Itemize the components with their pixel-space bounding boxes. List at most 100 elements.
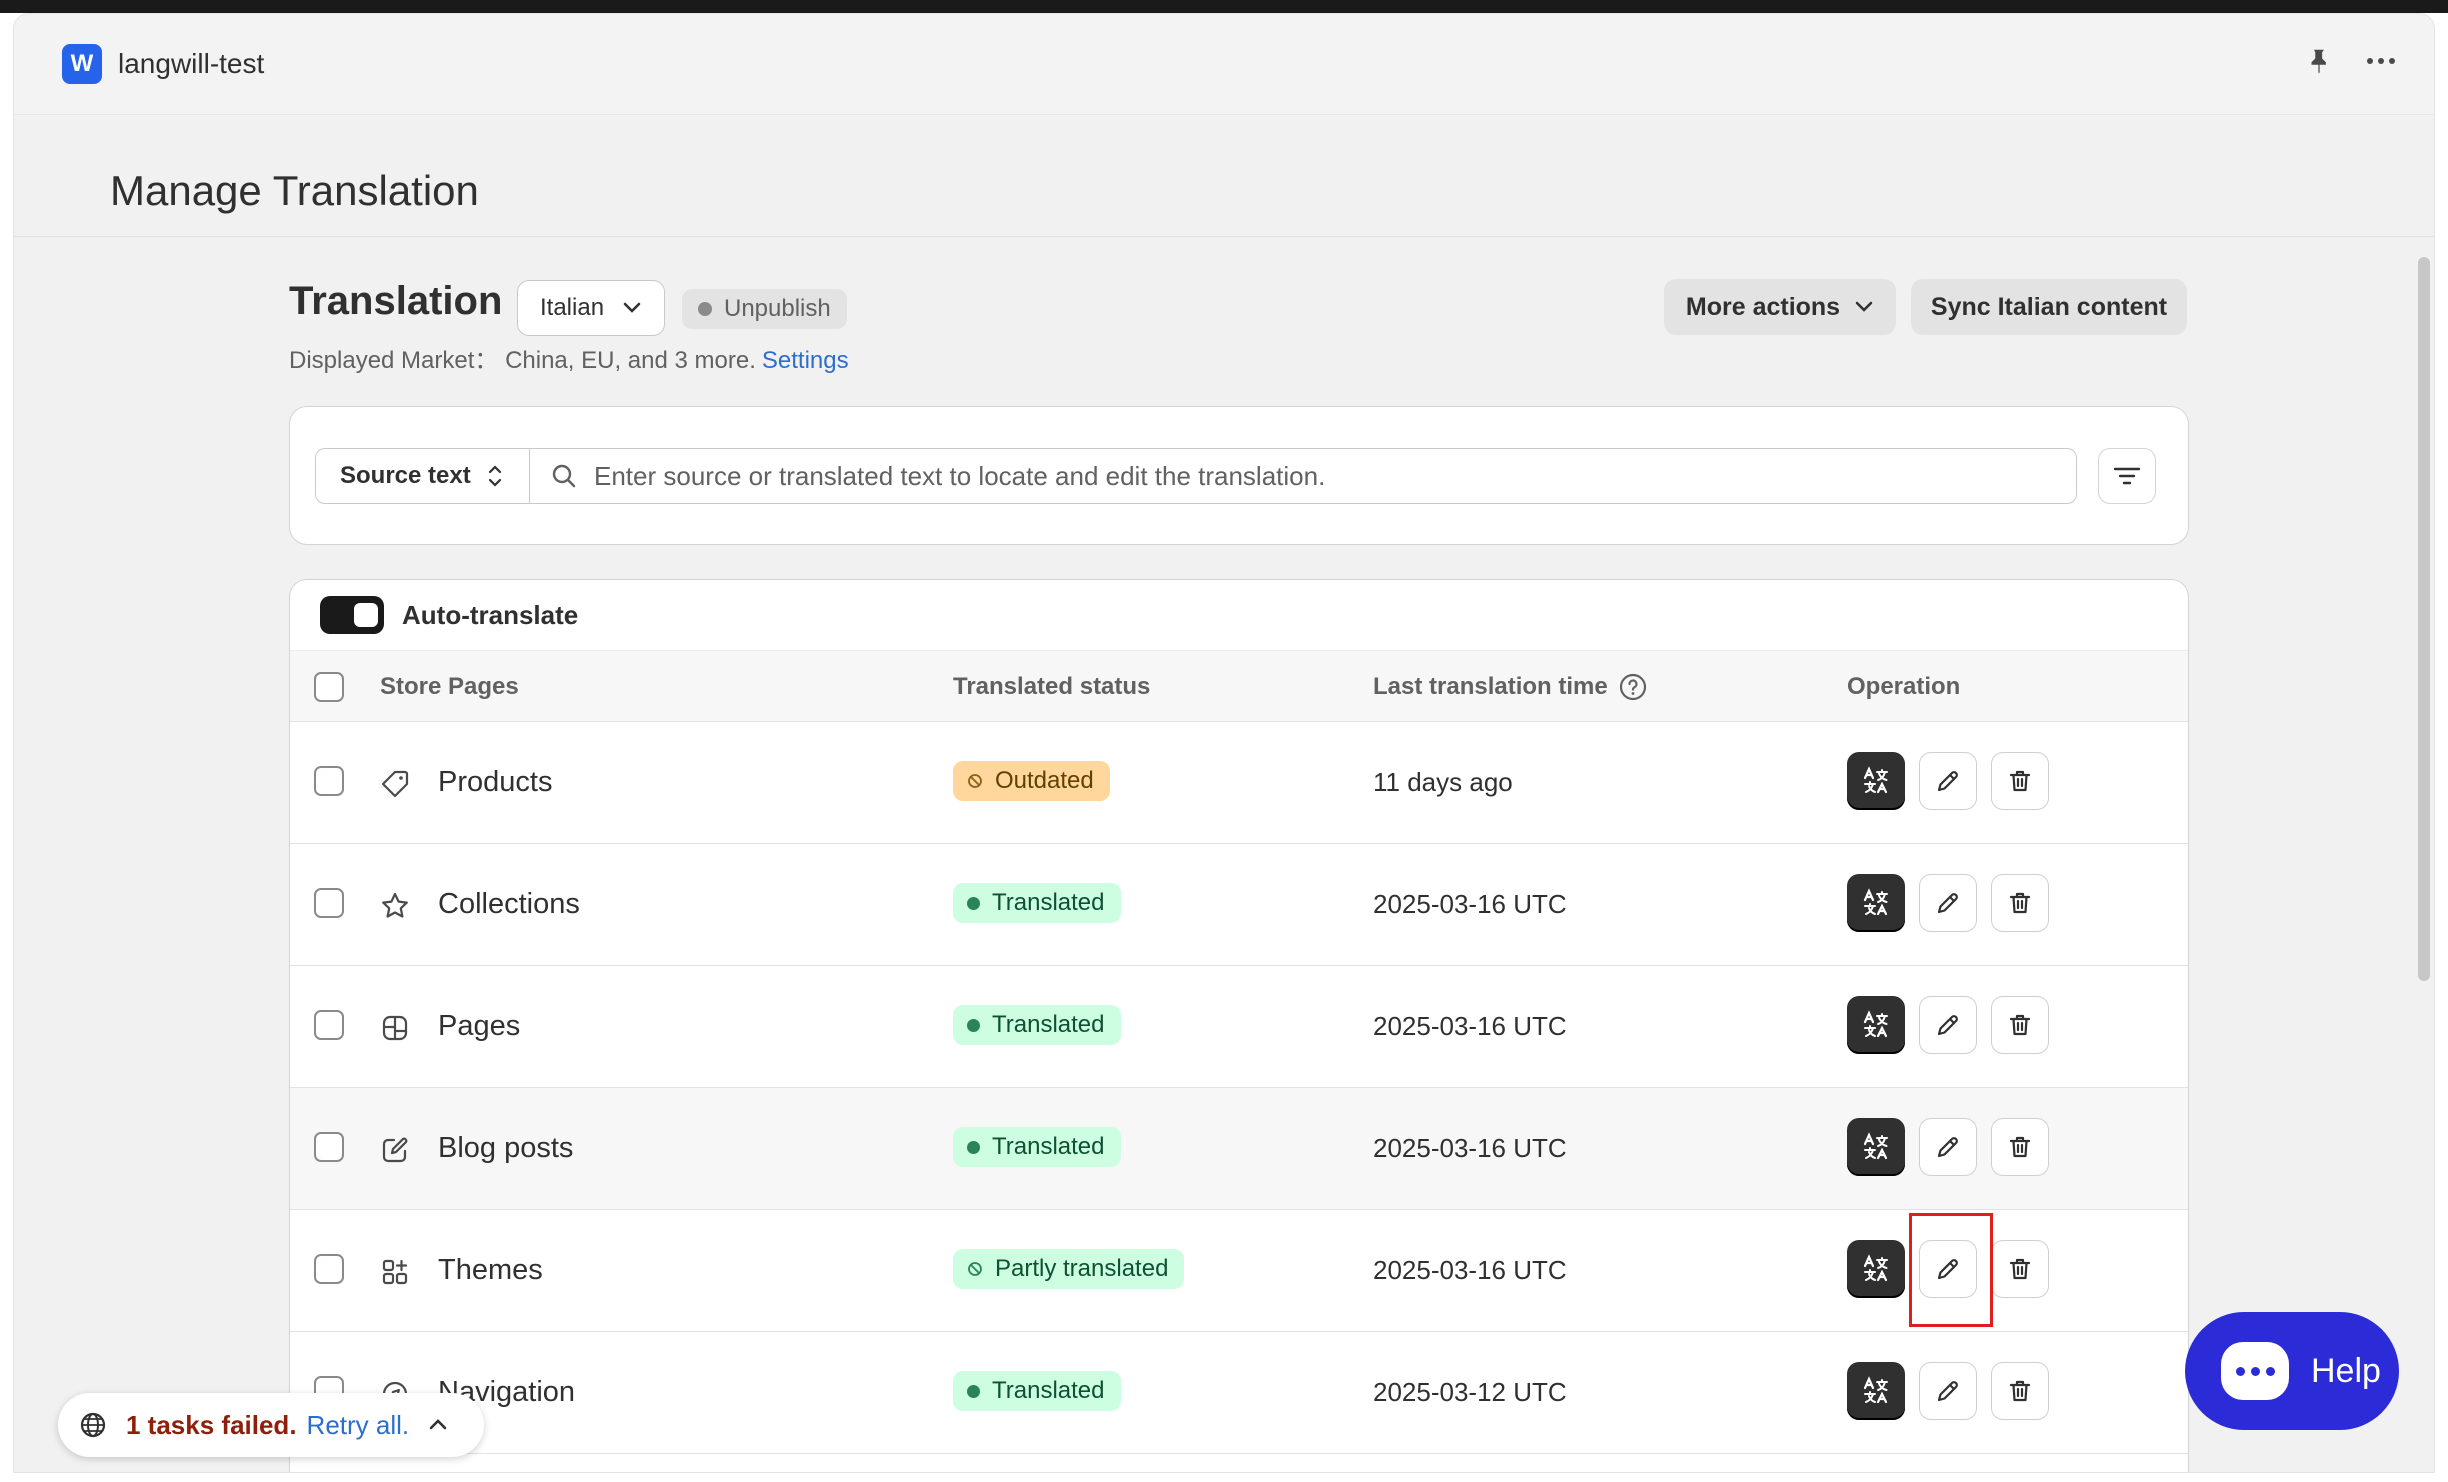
globe-icon — [80, 1412, 106, 1438]
search-icon — [552, 464, 576, 488]
ai-translate-button[interactable] — [1847, 996, 1905, 1054]
translation-table: Auto-translate Store Pages Translated st… — [289, 579, 2189, 1472]
tag-icon — [381, 770, 409, 798]
page-header: Manage Translation — [14, 115, 2434, 237]
edit-button[interactable] — [1919, 1362, 1977, 1420]
sync-content-button[interactable]: Sync Italian content — [1911, 279, 2187, 335]
edit-button[interactable] — [1919, 752, 1977, 810]
chevron-down-icon — [623, 302, 641, 313]
delete-button[interactable] — [1991, 1240, 2049, 1298]
status-badge: Outdated — [953, 761, 1110, 801]
ai-translate-button[interactable] — [1847, 1362, 1905, 1420]
ai-translate-button[interactable] — [1847, 1240, 1905, 1298]
row-name[interactable]: Pages — [438, 1010, 520, 1043]
help-label: Help — [2311, 1351, 2381, 1390]
chevron-down-icon — [1855, 301, 1873, 312]
delete-button[interactable] — [1991, 874, 2049, 932]
help-button[interactable]: Help — [2185, 1312, 2399, 1430]
market-text: Displayed Market： China, EU, and 3 more. — [289, 347, 756, 374]
chevron-up-icon[interactable] — [427, 1417, 449, 1433]
table-row: Blog posts Translated 2025-03-16 UTC — [290, 1088, 2188, 1210]
status-dot-icon — [967, 1384, 980, 1398]
row-checkbox[interactable] — [314, 1132, 344, 1162]
row-checkbox[interactable] — [314, 766, 344, 796]
last-translation-time: 2025-03-16 UTC — [1373, 889, 1567, 919]
status-dot-icon — [698, 302, 712, 316]
delete-button[interactable] — [1991, 996, 2049, 1054]
auto-translate-toggle[interactable] — [320, 596, 384, 634]
delete-button[interactable] — [1991, 752, 2049, 810]
translate-icon — [1863, 1132, 1888, 1160]
publish-status-badge: Unpublish — [682, 289, 847, 329]
status-label: Translated — [992, 889, 1105, 916]
source-text-select[interactable]: Source text — [315, 448, 530, 504]
status-dot-icon — [967, 1140, 980, 1154]
scrollbar[interactable] — [2418, 257, 2430, 981]
ai-translate-button[interactable] — [1847, 1118, 1905, 1176]
layout-icon — [382, 1015, 408, 1041]
more-actions-button[interactable]: More actions — [1664, 279, 1896, 335]
status-label: Translated — [992, 1011, 1105, 1038]
pin-icon[interactable] — [2304, 46, 2334, 76]
delete-button[interactable] — [1991, 1118, 2049, 1176]
more-horizontal-icon[interactable] — [2364, 46, 2398, 76]
window-top-bar — [0, 0, 2448, 13]
last-translation-time: 2025-03-16 UTC — [1373, 1255, 1567, 1285]
status-badge: Translated — [953, 1005, 1121, 1045]
status-label: Outdated — [995, 767, 1094, 794]
select-arrows-icon — [488, 465, 501, 487]
table-row: Navigation Translated 2025-03-12 UTC — [290, 1332, 2188, 1454]
edit-button-highlight — [1909, 1213, 1993, 1327]
edit-button[interactable] — [1919, 874, 1977, 932]
search-input[interactable] — [594, 460, 2076, 492]
pencil-icon — [1937, 1381, 1958, 1402]
app-window: W langwill-test Manage Translation Trans… — [13, 13, 2435, 1473]
status-badge: Translated — [953, 883, 1121, 923]
last-translation-time: 2025-03-16 UTC — [1373, 1133, 1567, 1163]
filter-icon — [2113, 467, 2141, 485]
table-row: Pages Translated 2025-03-16 UTC — [290, 966, 2188, 1088]
select-all-checkbox[interactable] — [314, 672, 344, 702]
settings-link[interactable]: Settings — [762, 347, 849, 374]
row-name[interactable]: Blog posts — [438, 1132, 573, 1165]
row-name[interactable]: Themes — [438, 1254, 543, 1287]
status-badge: Translated — [953, 1127, 1121, 1167]
compose-icon — [382, 1137, 408, 1163]
pencil-icon — [1937, 771, 1958, 792]
trash-icon — [2009, 770, 2031, 792]
delete-button[interactable] — [1991, 1362, 2049, 1420]
header-translated-status: Translated status — [953, 673, 1151, 700]
row-checkbox[interactable] — [314, 1254, 344, 1284]
row-checkbox[interactable] — [314, 888, 344, 918]
retry-all-link[interactable]: Retry all. — [307, 1410, 410, 1441]
trash-icon — [2009, 892, 2031, 914]
task-status-toast: 1 tasks failed. Retry all. — [58, 1393, 484, 1457]
help-circle-icon[interactable] — [1618, 672, 1648, 702]
more-actions-label: More actions — [1685, 292, 1841, 321]
ai-translate-button[interactable] — [1847, 752, 1905, 810]
row-name[interactable]: Products — [438, 766, 552, 799]
partial-status-icon — [968, 1262, 982, 1276]
search-field[interactable] — [529, 448, 2077, 504]
filter-button[interactable] — [2098, 448, 2156, 504]
edit-button[interactable] — [1919, 996, 1977, 1054]
header-operation: Operation — [1847, 673, 1961, 700]
app-logo: W — [62, 44, 102, 84]
trash-icon — [2009, 1258, 2031, 1280]
auto-translate-row: Auto-translate — [290, 580, 2188, 650]
apps-icon — [382, 1259, 408, 1285]
status-label: Translated — [992, 1377, 1105, 1404]
row-checkbox[interactable] — [314, 1010, 344, 1040]
row-name[interactable]: Collections — [438, 888, 580, 921]
translate-icon — [1863, 1010, 1888, 1038]
translate-icon — [1863, 1254, 1888, 1282]
edit-button[interactable] — [1919, 1118, 1977, 1176]
header-last-translation-time: Last translation time — [1373, 651, 1648, 723]
tasks-failed-text: 1 tasks failed. — [126, 1409, 297, 1440]
language-select[interactable]: Italian — [517, 280, 666, 336]
translate-icon — [1863, 888, 1888, 916]
status-label: Partly translated — [995, 1255, 1169, 1282]
trash-icon — [2009, 1136, 2031, 1158]
ai-translate-button[interactable] — [1847, 874, 1905, 932]
table-row: Themes Partly translated 2025-03-16 UTC — [290, 1210, 2188, 1332]
